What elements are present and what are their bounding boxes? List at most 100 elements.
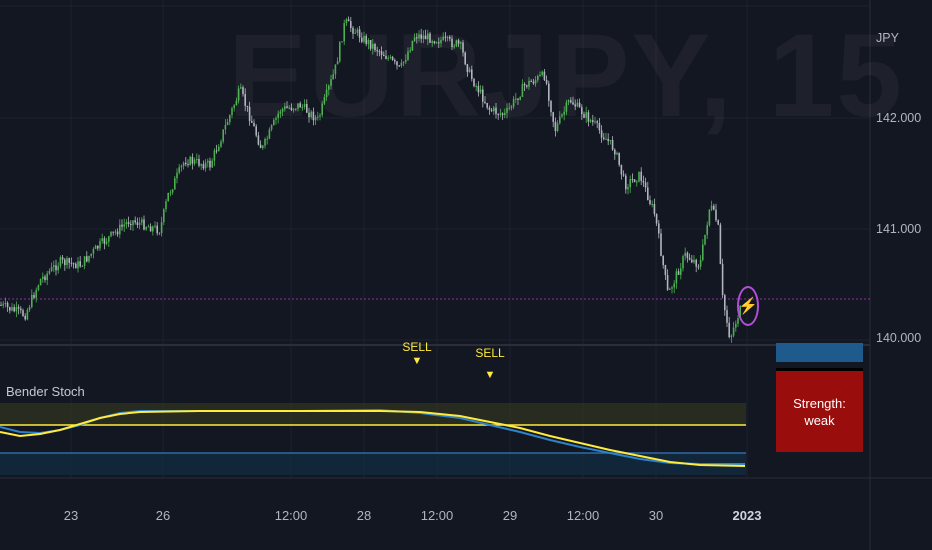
candle-body <box>61 257 64 260</box>
candle-body <box>31 294 33 307</box>
y-tick-label: 142.000 <box>876 111 922 125</box>
candle-body <box>649 199 651 205</box>
y-tick-label: 141.000 <box>876 222 922 236</box>
candle-body <box>13 307 15 312</box>
candle-body <box>53 265 55 267</box>
x-tick-label: 28 <box>356 508 372 523</box>
candle-body <box>182 162 185 166</box>
candle-body <box>660 233 662 256</box>
candle-body <box>211 160 213 168</box>
candle-body <box>0 305 2 306</box>
y-tick-label: 140.000 <box>876 331 922 345</box>
candle-body <box>662 255 664 266</box>
candle-body <box>174 178 176 190</box>
candle-body <box>154 225 156 227</box>
candle-body <box>633 179 636 183</box>
candle-body <box>708 209 711 226</box>
candle-body <box>15 307 18 312</box>
candle-body <box>697 266 700 268</box>
x-tick-label: 12:00 <box>274 508 308 523</box>
candle-body <box>680 268 682 275</box>
symbol-watermark: EURJPY, 15 <box>228 8 904 144</box>
candle-body <box>42 276 44 279</box>
x-tick-label: 23 <box>63 508 79 523</box>
candle-body <box>121 224 123 227</box>
candle-body <box>625 175 627 190</box>
candle-body <box>59 257 62 267</box>
candle-body <box>92 248 95 254</box>
candle-body <box>158 233 161 235</box>
candle-body <box>187 164 189 166</box>
candle-body <box>17 307 20 309</box>
candle-body <box>99 241 101 249</box>
candle-body <box>130 224 132 226</box>
candle-body <box>86 256 88 262</box>
candle-body <box>642 180 645 183</box>
candle-body <box>622 174 625 176</box>
candle-body <box>644 182 647 188</box>
candle-body <box>44 276 46 281</box>
candle-body <box>112 231 114 233</box>
candle-body <box>684 252 686 257</box>
x-tick-label: 12:00 <box>420 508 454 523</box>
candle-body <box>125 222 128 225</box>
candle-body <box>70 262 73 264</box>
candle-body <box>627 187 629 190</box>
candle-body <box>675 271 678 284</box>
candle-body <box>669 288 671 290</box>
candle-body <box>178 167 180 173</box>
candle-body <box>671 287 673 289</box>
candle-body <box>204 162 207 169</box>
candle-body <box>715 209 717 221</box>
candle-body <box>222 129 224 142</box>
candle-body <box>2 303 4 306</box>
sell-signal-label: SELL <box>475 346 505 360</box>
candle-body <box>726 310 728 323</box>
chart-window[interactable]: EURJPY, 15 JPY 142.000 141.000 140.000 2… <box>0 0 932 550</box>
candle-body <box>119 224 121 235</box>
candle-body <box>735 323 737 328</box>
candle-body <box>653 204 656 214</box>
candle-body <box>699 260 702 267</box>
candle-body <box>666 275 669 290</box>
candle-body <box>682 256 684 269</box>
candle-body <box>215 150 218 152</box>
candle-body <box>108 236 110 242</box>
x-tick-label-year: 2023 <box>732 508 762 523</box>
candle-body <box>33 294 35 298</box>
candle-body <box>101 238 103 242</box>
candle-body <box>719 224 722 264</box>
candle-body <box>728 322 730 337</box>
candle-body <box>81 265 84 267</box>
lightning-icon[interactable]: ⚡ <box>737 286 759 326</box>
candle-body <box>136 222 139 225</box>
candle-body <box>103 238 106 244</box>
candle-body <box>651 204 653 206</box>
x-tick-label: 26 <box>155 508 171 523</box>
candle-body <box>688 257 691 260</box>
candle-body <box>90 253 92 256</box>
candle-body <box>202 164 205 169</box>
candle-body <box>706 225 708 235</box>
candle-body <box>193 159 196 164</box>
candle-body <box>262 145 264 148</box>
candle-body <box>6 302 9 308</box>
candle-body <box>220 141 222 147</box>
candle-body <box>686 252 689 258</box>
sell-signal-label: SELL <box>402 340 432 354</box>
candle-body <box>138 222 141 225</box>
candle-body <box>141 219 143 223</box>
candle-body <box>57 266 59 271</box>
candle-body <box>185 162 187 165</box>
info-box-blue <box>776 343 863 362</box>
candle-body <box>721 263 724 296</box>
candle-body <box>68 258 70 263</box>
candle-body <box>94 245 97 249</box>
indicator-title[interactable]: Bender Stoch <box>6 384 85 399</box>
currency-label: JPY <box>876 31 899 45</box>
candle-body <box>180 165 183 168</box>
candle-body <box>704 234 706 245</box>
candle-body <box>156 225 158 234</box>
candle-body <box>4 302 7 304</box>
candle-body <box>160 222 163 234</box>
